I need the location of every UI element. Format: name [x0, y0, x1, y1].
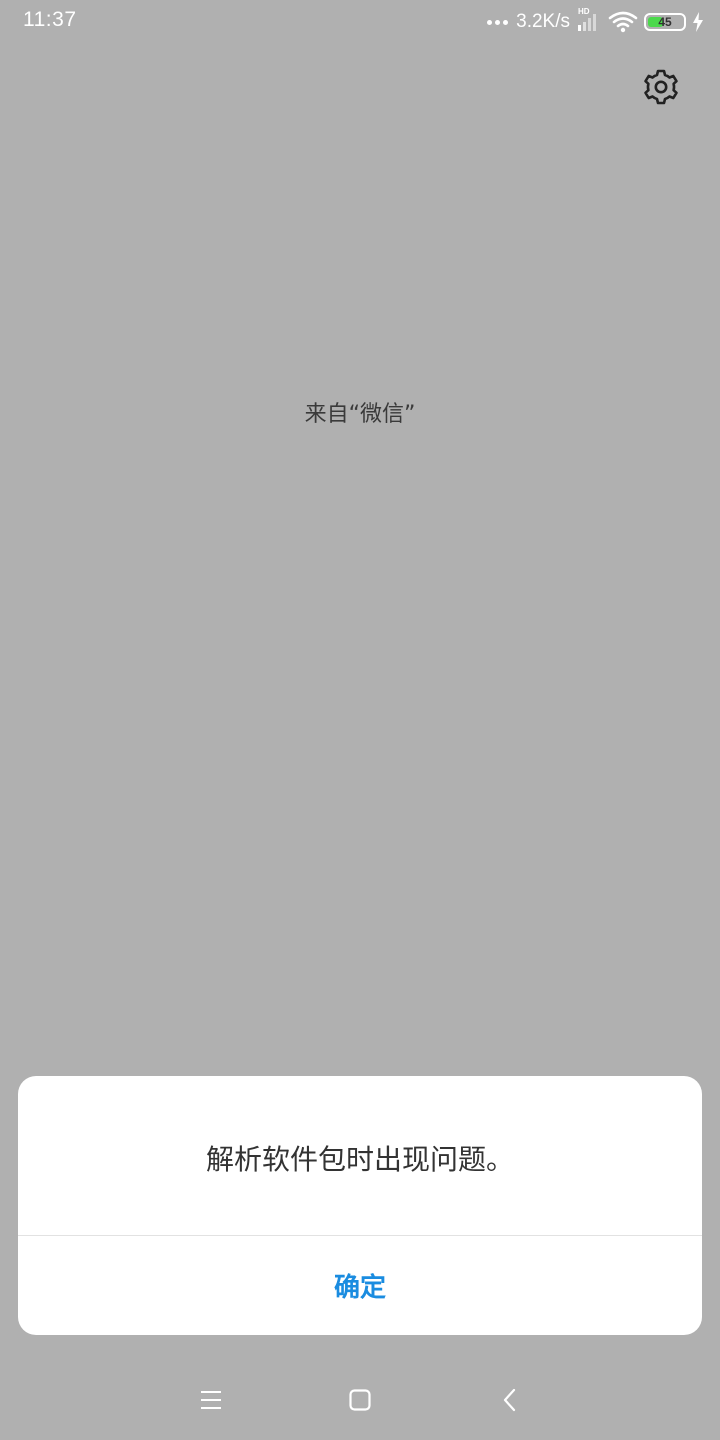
recent-apps-button[interactable]	[191, 1380, 231, 1420]
error-dialog: 解析软件包时出现问题。 确定	[18, 1076, 702, 1335]
status-time: 11:37	[23, 8, 77, 31]
battery-level: 45	[658, 15, 672, 29]
back-button[interactable]	[490, 1380, 530, 1420]
home-icon	[349, 1389, 371, 1411]
gear-icon	[644, 69, 678, 105]
hd-label: HD	[578, 7, 590, 16]
status-bar: 11:37 3.2K/s HD 45	[0, 0, 720, 44]
network-speed: 3.2K/s	[516, 11, 570, 32]
confirm-button[interactable]: 确定	[18, 1236, 702, 1335]
charging-icon	[693, 12, 703, 32]
menu-icon	[201, 1391, 221, 1409]
settings-button[interactable]	[641, 67, 681, 107]
dialog-message: 解析软件包时出现问题。	[205, 1143, 514, 1176]
navigation-bar	[0, 1360, 720, 1440]
more-notifications-icon	[487, 19, 509, 25]
cell-signal-icon: HD	[576, 7, 602, 33]
battery-icon: 45	[644, 13, 686, 31]
status-indicators: 3.2K/s HD 45	[487, 7, 704, 36]
back-icon	[503, 1388, 516, 1412]
home-button[interactable]	[340, 1380, 380, 1420]
source-label: 来自“微信”	[304, 402, 416, 427]
wifi-icon	[608, 11, 638, 33]
